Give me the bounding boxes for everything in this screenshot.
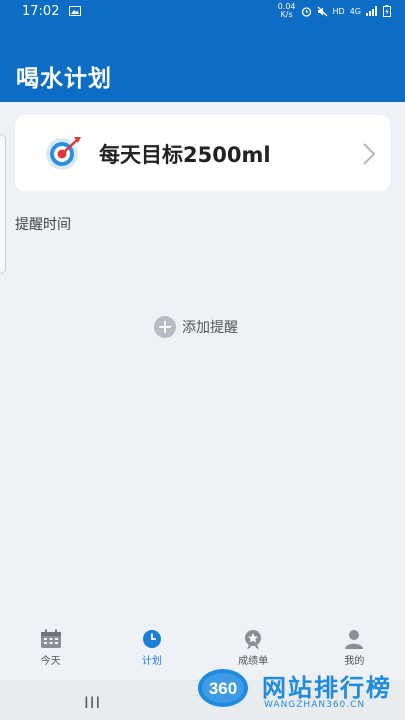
image-icon: [69, 6, 82, 16]
chevron-right-icon: [363, 143, 376, 165]
daily-goal-card[interactable]: 每天目标2500ml: [15, 115, 390, 191]
daily-goal-text: 每天目标2500ml: [99, 143, 271, 167]
signal-icon: [366, 6, 377, 16]
hd-badge: HD: [332, 6, 345, 16]
watermark-subtext: WANGZHAN360.CN: [264, 700, 366, 710]
tab-plan[interactable]: 计划: [101, 622, 202, 674]
network-type: 4G: [349, 6, 361, 16]
add-reminder-label: 添加提醒: [182, 320, 238, 336]
watermark-logo: 360: [198, 669, 248, 707]
recents-button[interactable]: III: [84, 693, 101, 712]
network-speed: 0.04 K/s: [277, 2, 296, 19]
watermark-text: 网站排行榜: [262, 674, 392, 702]
watermark: 360 网站排行榜 WANGZHAN360.CN: [196, 662, 405, 720]
calendar-icon: [40, 629, 61, 648]
app-bar: 喝水计划: [0, 22, 405, 102]
target-icon: [46, 137, 81, 170]
medal-icon: [245, 630, 262, 649]
reminder-time-label: 提醒时间: [15, 217, 71, 233]
mute-icon: [317, 6, 327, 16]
page-title: 喝水计划: [16, 66, 112, 92]
status-time: 17:02: [22, 3, 60, 19]
clock-icon: [142, 630, 161, 648]
tab-label: 今天: [40, 656, 61, 667]
plus-circle-icon: [154, 316, 176, 338]
alarm-icon: [301, 6, 311, 17]
add-reminder-button[interactable]: 添加提醒: [154, 316, 238, 338]
status-bar: 17:02 0.04 K/s HD 4G: [0, 0, 405, 22]
tab-label: 计划: [141, 656, 162, 667]
user-icon: [345, 630, 364, 649]
tab-today[interactable]: 今天: [0, 622, 101, 674]
side-drawer-handle[interactable]: [0, 134, 6, 274]
battery-icon: [383, 5, 391, 17]
watermark-logo-text: 360: [209, 679, 237, 698]
